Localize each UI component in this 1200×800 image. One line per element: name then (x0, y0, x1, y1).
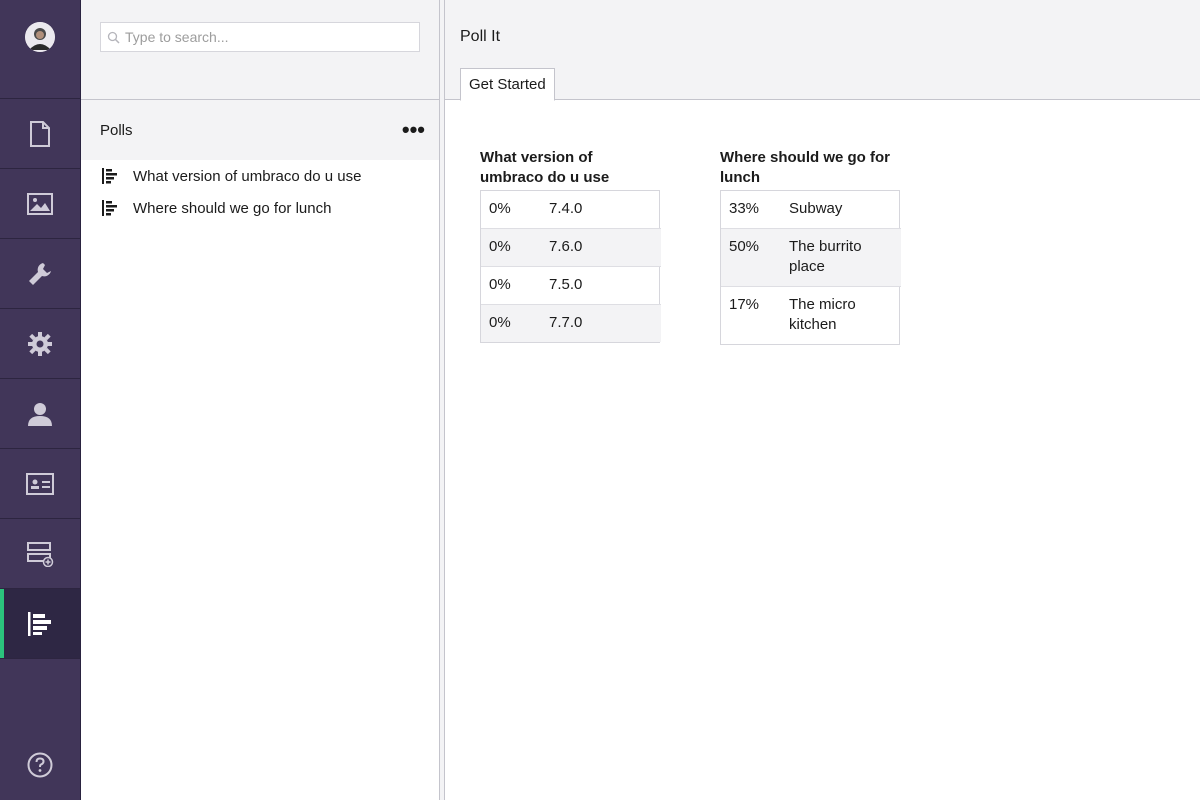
answer-text: 7.6.0 (541, 228, 661, 267)
answer-text: The burrito place (781, 228, 901, 287)
tree-node-label: What version of umbraco do u use (133, 167, 362, 185)
document-icon (30, 120, 50, 147)
answer-text: 7.5.0 (541, 266, 661, 305)
answer-percent: 33% (729, 200, 760, 217)
table-row: 17% The micro kitchen (721, 286, 901, 344)
poll-card: What version of umbraco do u use 0% 7.4.… (480, 148, 661, 345)
section-settings[interactable] (0, 239, 80, 309)
table-row: 0% 7.4.0 (481, 191, 661, 229)
answer-text: 7.4.0 (549, 200, 583, 217)
answer-percent: 0% (489, 200, 511, 217)
poll-answers-table: 0% 7.4.0 0% 7.6.0 0% 7.5.0 0% 7.7.0 (480, 190, 661, 343)
tree-panel: Polls ••• What version of umbraco do u u… (81, 0, 439, 800)
search-input[interactable] (125, 29, 405, 45)
section-rail (0, 0, 81, 800)
answer-percent: 50% (721, 228, 781, 287)
table-row: 33% Subway (721, 191, 901, 229)
answer-text: Subway (789, 200, 843, 217)
search-icon (107, 31, 120, 44)
tree-node[interactable]: What version of umbraco do u use (81, 160, 439, 192)
answer-text: The micro kitchen (781, 286, 901, 344)
page-title: Poll It (460, 28, 501, 45)
tree-header (81, 0, 439, 100)
table-row: 0% 7.7.0 (481, 304, 661, 342)
section-polls[interactable] (0, 589, 80, 659)
avatar[interactable] (25, 22, 55, 52)
id-card-icon (26, 472, 54, 495)
table-row: 50% The burrito place (721, 228, 901, 287)
tree-root-title: Polls (100, 121, 133, 139)
poll-chart-icon (102, 200, 118, 216)
help-button[interactable] (0, 752, 80, 778)
section-users[interactable] (0, 379, 80, 449)
user-icon (28, 402, 52, 426)
section-forms[interactable] (0, 519, 80, 589)
poll-chart-icon (102, 168, 118, 184)
section-content[interactable] (0, 99, 80, 169)
poll-answers-table: 33% Subway 50% The burrito place 17% The… (720, 190, 901, 345)
section-members[interactable] (0, 449, 80, 519)
tree-root-polls[interactable]: Polls ••• (81, 100, 439, 160)
poll-question: Where should we go for lunch (720, 149, 891, 186)
section-media[interactable] (0, 169, 80, 239)
help-icon (27, 752, 53, 778)
answer-percent: 0% (481, 266, 541, 305)
tree-node[interactable]: Where should we go for lunch (81, 192, 439, 224)
answer-text: 7.7.0 (541, 304, 661, 342)
editor-panel: Poll It Get Started What version of umbr… (445, 0, 1200, 800)
gear-icon (28, 331, 52, 356)
avatar-area (0, 0, 80, 99)
poll-question: What version of umbraco do u use (480, 149, 610, 186)
poll-card: Where should we go for lunch 33% Subway … (720, 148, 901, 345)
answer-percent: 17% (721, 286, 781, 344)
table-row: 0% 7.5.0 (481, 266, 661, 305)
tab-get-started[interactable]: Get Started (460, 68, 555, 101)
wrench-icon (29, 262, 51, 285)
answer-percent: 0% (481, 304, 541, 342)
section-developer[interactable] (0, 309, 80, 379)
poll-results: What version of umbraco do u use 0% 7.4.… (480, 148, 901, 345)
search-box[interactable] (100, 22, 420, 52)
image-icon (27, 192, 53, 215)
answer-percent: 0% (481, 228, 541, 267)
form-add-icon (27, 541, 54, 567)
poll-chart-icon (28, 611, 51, 636)
tree-actions-menu[interactable]: ••• (402, 119, 425, 141)
table-row: 0% 7.6.0 (481, 228, 661, 267)
editor-header: Poll It Get Started (445, 0, 1200, 101)
tree-node-label: Where should we go for lunch (133, 199, 332, 217)
